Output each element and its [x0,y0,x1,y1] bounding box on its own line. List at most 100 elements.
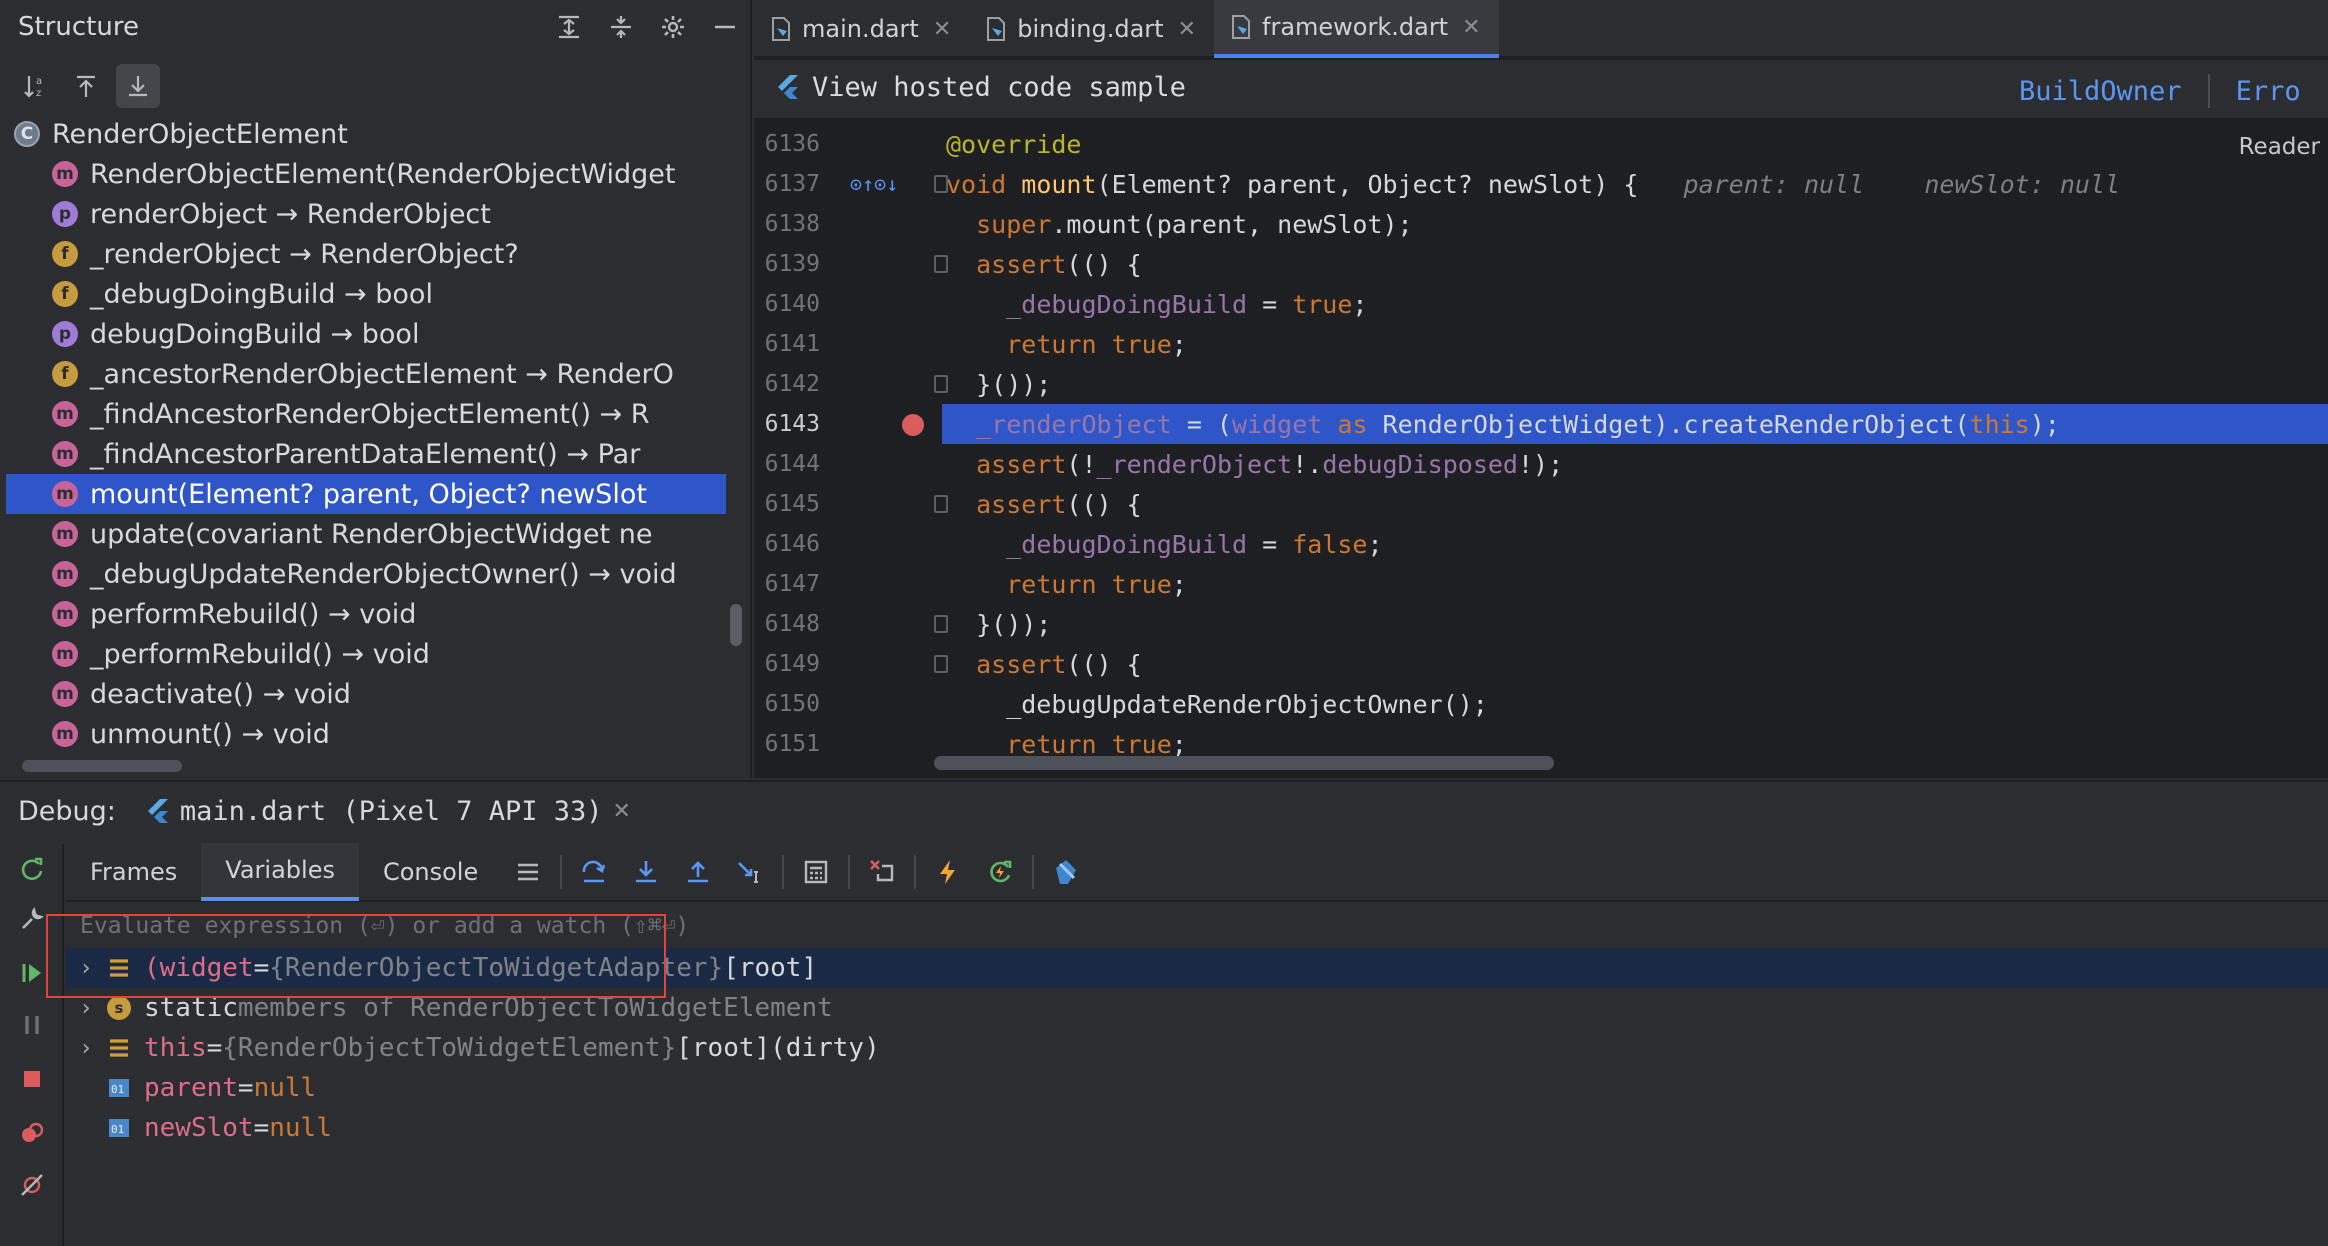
close-icon[interactable]: ✕ [933,17,951,42]
tree-item[interactable]: p renderObject → RenderObject [6,194,726,234]
code-line: 6140 _debugDoingBuild = true; [764,289,1368,319]
variable-row[interactable]: › this = {RenderObjectToWidgetElement} [… [66,1028,2328,1068]
tree-item[interactable]: m _performRebuild() → void [6,634,726,674]
close-icon[interactable]: ✕ [1178,17,1196,42]
chevron-right-icon[interactable]: › [66,1036,106,1061]
fold-icon[interactable] [934,615,948,633]
structure-vertical-scrollbar[interactable] [730,604,742,646]
tree-item[interactable]: m _findAncestorRenderObjectElement() → R [6,394,726,434]
tree-item[interactable]: m deactivate() → void [6,674,726,714]
tree-item[interactable]: p debugDoingBuild → bool [6,314,726,354]
method-icon: m [52,721,78,747]
show-inherited-icon[interactable] [66,64,106,108]
menu-icon[interactable] [511,855,545,889]
debug-subtabs: Frames Variables Console [66,843,2328,902]
code-line: 6147 return true; [764,569,1187,599]
overrides-method-icon[interactable]: ⊙↑⊙↓ [850,172,898,196]
structure-horizontal-scrollbar[interactable] [22,760,182,772]
autoscroll-from-source-icon[interactable] [116,64,160,108]
tree-item[interactable]: f _ancestorRenderObjectElement → RenderO [6,354,726,394]
fold-icon[interactable] [934,495,948,513]
dart-file-icon [1232,15,1250,39]
breakpoint-icon[interactable] [902,414,924,436]
view-hosted-code-sample-link[interactable]: View hosted code sample [776,72,1186,103]
code-area[interactable]: 6136 @override 6137 ⊙↑⊙↓ void mount (Elem… [754,124,2328,764]
class-icon: C [14,121,40,147]
code-sample-bar: View hosted code sample BuildOwner Erro [754,60,2328,120]
expand-all-icon[interactable] [554,10,584,44]
static-icon: s [106,995,132,1021]
method-icon: m [52,561,78,587]
step-into-icon[interactable] [629,855,663,889]
code-line: 6146 _debugDoingBuild = false; [764,529,1383,559]
tree-item[interactable]: m _debugUpdateRenderObjectOwner() → void [6,554,726,594]
tab-binding-dart[interactable]: binding.dart ✕ [969,0,1214,58]
evaluate-expression-input[interactable]: Evaluate expression (⏎) or add a watch (… [66,904,2328,948]
structure-panel: Structure az C RenderObjectElement m Rende… [0,0,752,778]
stop-icon[interactable] [17,1062,47,1096]
fold-icon[interactable] [934,175,948,193]
debug-session-tab[interactable]: main.dart (Pixel 7 API 33) ✕ [136,796,641,827]
flutter-icon [147,798,168,823]
debug-side-toolbar [0,844,64,1246]
hot-reload-icon[interactable] [931,855,965,889]
tree-item[interactable]: m unmount() → void [6,714,726,754]
tree-item[interactable]: f _debugDoingBuild → bool [6,274,726,314]
debug-header: Debug: main.dart (Pixel 7 API 33) ✕ [18,796,641,827]
error-link[interactable]: Erro [2236,76,2301,107]
fold-icon[interactable] [934,655,948,673]
tab-variables[interactable]: Variables [201,843,359,901]
rerun-icon[interactable] [17,852,47,886]
pause-icon[interactable] [17,1008,47,1042]
sort-alphabetically-icon[interactable]: az [16,64,56,108]
gear-icon[interactable] [658,10,688,44]
minimize-icon[interactable] [710,10,740,44]
wrench-icon[interactable] [17,902,47,936]
variable-row[interactable]: › (widget = {RenderObjectToWidgetAdapter… [66,948,2328,988]
chevron-right-icon[interactable]: › [66,996,106,1021]
view-breakpoints-icon[interactable] [17,1116,47,1150]
step-over-icon[interactable] [577,855,611,889]
debug-label: Debug: [18,796,116,827]
hot-restart-icon[interactable] [983,855,1017,889]
close-icon[interactable]: ✕ [613,799,631,824]
divider [914,855,917,889]
resume-icon[interactable] [17,956,47,990]
tab-frames[interactable]: Frames [66,843,201,901]
tree-item[interactable]: f _renderObject → RenderObject? [6,234,726,274]
editor-horizontal-scrollbar[interactable] [934,756,1554,770]
tab-main-dart[interactable]: main.dart ✕ [754,0,969,58]
variable-row[interactable]: 01 parent = null [66,1068,2328,1108]
editor-tabs: main.dart ✕ binding.dart ✕ framework.dar… [754,0,2328,58]
fold-icon[interactable] [934,255,948,273]
tree-item[interactable]: C RenderObjectElement [6,114,726,154]
variable-row[interactable]: › s static members of RenderObjectToWidg… [66,988,2328,1028]
flutter-icon [778,74,798,99]
tree-item[interactable]: m _findAncestorParentDataElement() → Par [6,434,726,474]
dart-devtools-icon[interactable] [1049,855,1083,889]
divider [848,855,851,889]
method-icon: m [52,161,78,187]
code-line: 6136 @override [764,129,1082,159]
tree-item[interactable]: m RenderObjectElement(RenderObjectWidget [6,154,726,194]
property-icon: p [52,201,78,227]
step-out-icon[interactable] [681,855,715,889]
tree-item[interactable]: m update(covariant RenderObjectWidget ne [6,514,726,554]
chevron-right-icon[interactable]: › [66,956,106,981]
variable-row[interactable]: 01 newSlot = null [66,1108,2328,1148]
collapse-all-icon[interactable] [606,10,636,44]
field-icon: f [52,281,78,307]
drop-frame-icon[interactable] [865,855,899,889]
fold-icon[interactable] [934,375,948,393]
buildowner-link[interactable]: BuildOwner [2019,76,2182,107]
close-icon[interactable]: ✕ [1462,15,1480,40]
tab-console[interactable]: Console [359,843,502,901]
divider [560,855,563,889]
tree-item-selected[interactable]: m mount(Element? parent, Object? newSlot [6,474,726,514]
mute-breakpoints-icon[interactable] [17,1168,47,1202]
run-to-cursor-icon[interactable] [733,855,767,889]
evaluate-expression-icon[interactable] [799,855,833,889]
tab-framework-dart[interactable]: framework.dart ✕ [1214,0,1499,58]
method-icon: m [52,441,78,467]
tree-item[interactable]: m performRebuild() → void [6,594,726,634]
